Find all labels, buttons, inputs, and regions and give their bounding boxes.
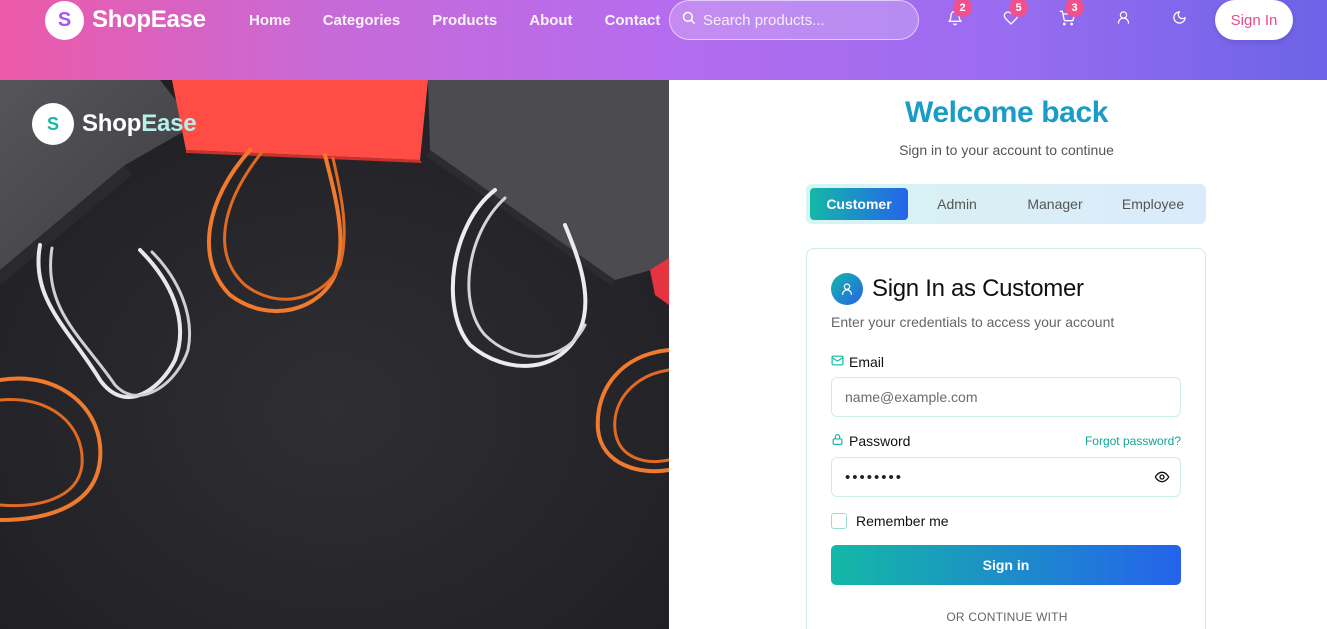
hero-brand-name-main: Shop [82,110,142,137]
cart-badge: 3 [1065,0,1084,17]
theme-toggle[interactable] [1169,10,1189,30]
wishlist-badge: 5 [1009,0,1028,17]
mail-icon [831,354,844,370]
hero-brand-name: ShopEase [82,110,197,138]
search-bar[interactable] [669,0,919,40]
tab-admin[interactable]: Admin [908,188,1006,220]
password-field[interactable] [831,457,1181,497]
header-sign-in-button[interactable]: Sign In [1215,0,1293,40]
sign-in-button[interactable]: Sign in [831,545,1181,585]
hero-brand-logo: S [32,103,74,145]
tab-employee[interactable]: Employee [1104,188,1202,220]
hero-brand: S ShopEase [32,103,197,145]
forgot-password-link[interactable]: Forgot password? [1085,434,1181,448]
welcome-title: Welcome back [904,96,1109,129]
main-nav: Home Categories Products About Contact [249,0,692,40]
brand-name: ShopEase [92,6,206,33]
lock-icon [831,433,844,449]
remember-label: Remember me [856,513,949,529]
user-icon [1116,10,1131,30]
cart-button[interactable]: 3 [1057,0,1084,30]
email-label: Email [831,354,884,370]
show-password-button[interactable] [1152,469,1172,489]
moon-icon [1172,10,1187,30]
login-card: Sign In as Customer Enter your credentia… [806,248,1206,629]
customer-avatar-icon [831,273,863,305]
brand-logo: S [45,0,84,40]
hero-brand-name-accent: Ease [141,110,197,137]
account-button[interactable] [1113,10,1133,30]
password-label: Password [831,433,910,449]
top-header: S ShopEase Home Categories Products Abou… [0,0,1327,80]
wishlist-button[interactable]: 5 [1001,0,1028,30]
card-title: Sign In as Customer [872,275,1084,302]
or-continue-divider: OR CONTINUE WITH [946,610,1068,624]
nav-products[interactable]: Products [432,12,497,29]
notifications-badge: 2 [953,0,972,17]
email-label-text: Email [849,354,885,370]
role-tabs: Customer Admin Manager Employee [806,184,1206,224]
search-input[interactable] [703,11,903,29]
remember-checkbox[interactable] [831,513,847,529]
brand[interactable]: S ShopEase [45,0,206,40]
nav-categories[interactable]: Categories [323,12,401,29]
password-label-text: Password [849,433,911,449]
search-icon [681,10,696,30]
notifications-button[interactable]: 2 [945,0,972,30]
remember-me[interactable]: Remember me [831,513,949,529]
eye-icon [1154,469,1170,490]
tab-manager[interactable]: Manager [1006,188,1104,220]
card-description: Enter your credentials to access your ac… [831,314,1115,330]
shopping-bags-illustration [0,80,669,629]
nav-contact[interactable]: Contact [605,12,661,29]
tab-customer[interactable]: Customer [810,188,908,220]
email-field[interactable] [831,377,1181,417]
hero-image: S ShopEase [0,80,669,629]
welcome-subtitle: Sign in to your account to continue [899,142,1114,158]
nav-home[interactable]: Home [249,12,291,29]
nav-about[interactable]: About [529,12,572,29]
